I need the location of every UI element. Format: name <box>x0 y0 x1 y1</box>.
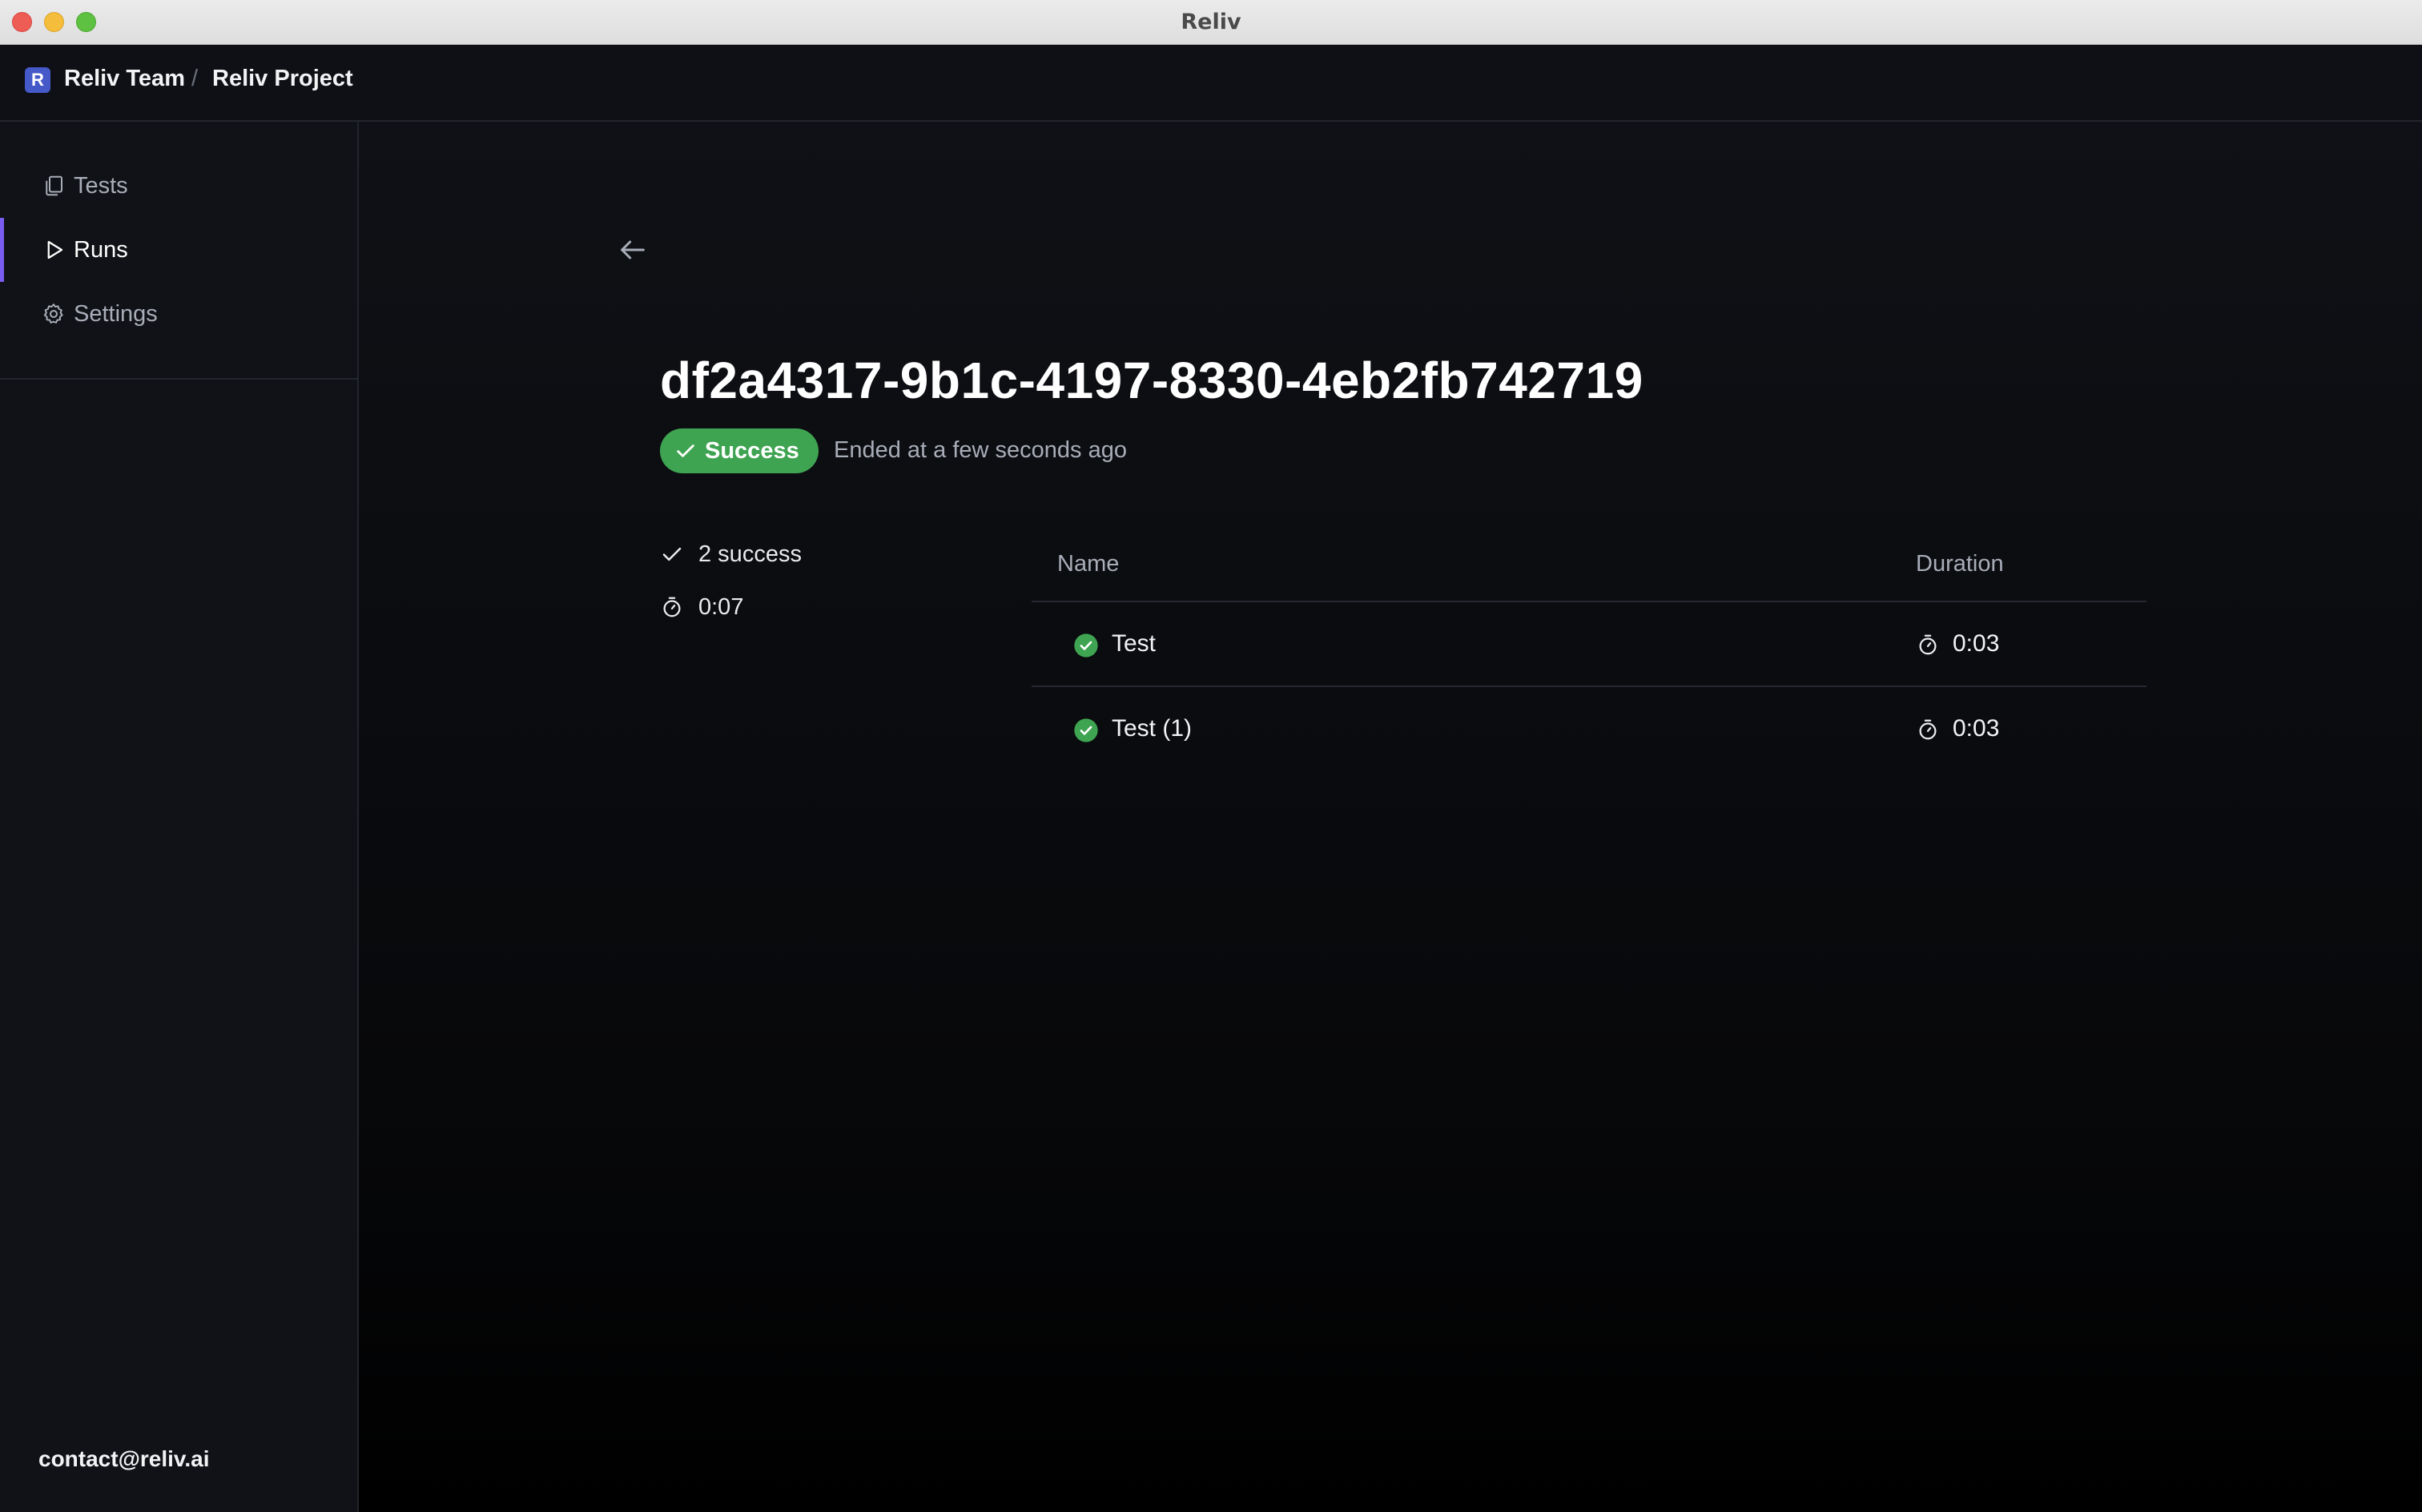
sidebar-item-runs[interactable]: Runs <box>0 218 357 282</box>
contact-email[interactable]: contact@reliv.ai <box>38 1446 210 1472</box>
test-name: Test <box>1112 630 1157 657</box>
breadcrumb-team[interactable]: Reliv Team <box>64 66 185 92</box>
summary-success-text: 2 success <box>698 541 802 567</box>
success-check-circle-icon <box>1074 718 1098 742</box>
play-icon <box>47 240 63 259</box>
results-table: Name Duration Test 0:03 Test (1) 0:03 <box>1032 535 2146 772</box>
sidebar-divider <box>0 378 357 380</box>
status-badge-label: Success <box>705 437 799 464</box>
check-icon <box>677 444 694 457</box>
test-name: Test (1) <box>1112 715 1193 742</box>
table-row[interactable]: Test 0:03 <box>1032 602 2146 687</box>
check-icon <box>662 547 682 561</box>
stopwatch-icon <box>1919 634 1937 655</box>
test-duration: 0:03 <box>1953 630 2000 657</box>
table-header: Name Duration <box>1032 535 2146 602</box>
main-content: df2a4317-9b1c-4197-8330-4eb2fb742719 Suc… <box>359 122 2422 1512</box>
window-title: Reliv <box>1181 10 1241 34</box>
sidebar-item-label: Runs <box>74 236 128 263</box>
team-logo[interactable]: R <box>25 67 50 93</box>
ended-time: Ended at a few seconds ago <box>834 437 1127 463</box>
back-arrow-icon[interactable] <box>617 234 649 266</box>
breadcrumb-separator: / <box>191 66 199 91</box>
sidebar: Tests Runs Settings contact@reliv.ai <box>0 122 359 1512</box>
sidebar-item-tests[interactable]: Tests <box>0 154 357 218</box>
page-title: df2a4317-9b1c-4197-8330-4eb2fb742719 <box>660 352 1644 409</box>
table-row[interactable]: Test (1) 0:03 <box>1032 687 2146 772</box>
test-duration: 0:03 <box>1953 715 2000 742</box>
stopwatch-icon <box>663 597 681 617</box>
stopwatch-icon <box>1919 719 1937 740</box>
app-header: R Reliv Team / Reliv Project <box>0 45 2422 122</box>
summary-duration-text: 0:07 <box>698 593 744 620</box>
breadcrumb-project[interactable]: Reliv Project <box>212 66 353 92</box>
column-header-name[interactable]: Name <box>1057 551 1119 577</box>
sidebar-item-label: Settings <box>74 300 158 327</box>
sidebar-item-label: Tests <box>74 172 128 199</box>
gear-icon <box>43 304 63 324</box>
copy-icon <box>46 175 62 196</box>
success-check-circle-icon <box>1074 633 1098 657</box>
sidebar-item-settings[interactable]: Settings <box>0 282 357 346</box>
column-header-duration[interactable]: Duration <box>1916 551 2004 577</box>
status-badge: Success <box>660 428 819 473</box>
window-titlebar: Reliv <box>0 0 2422 45</box>
